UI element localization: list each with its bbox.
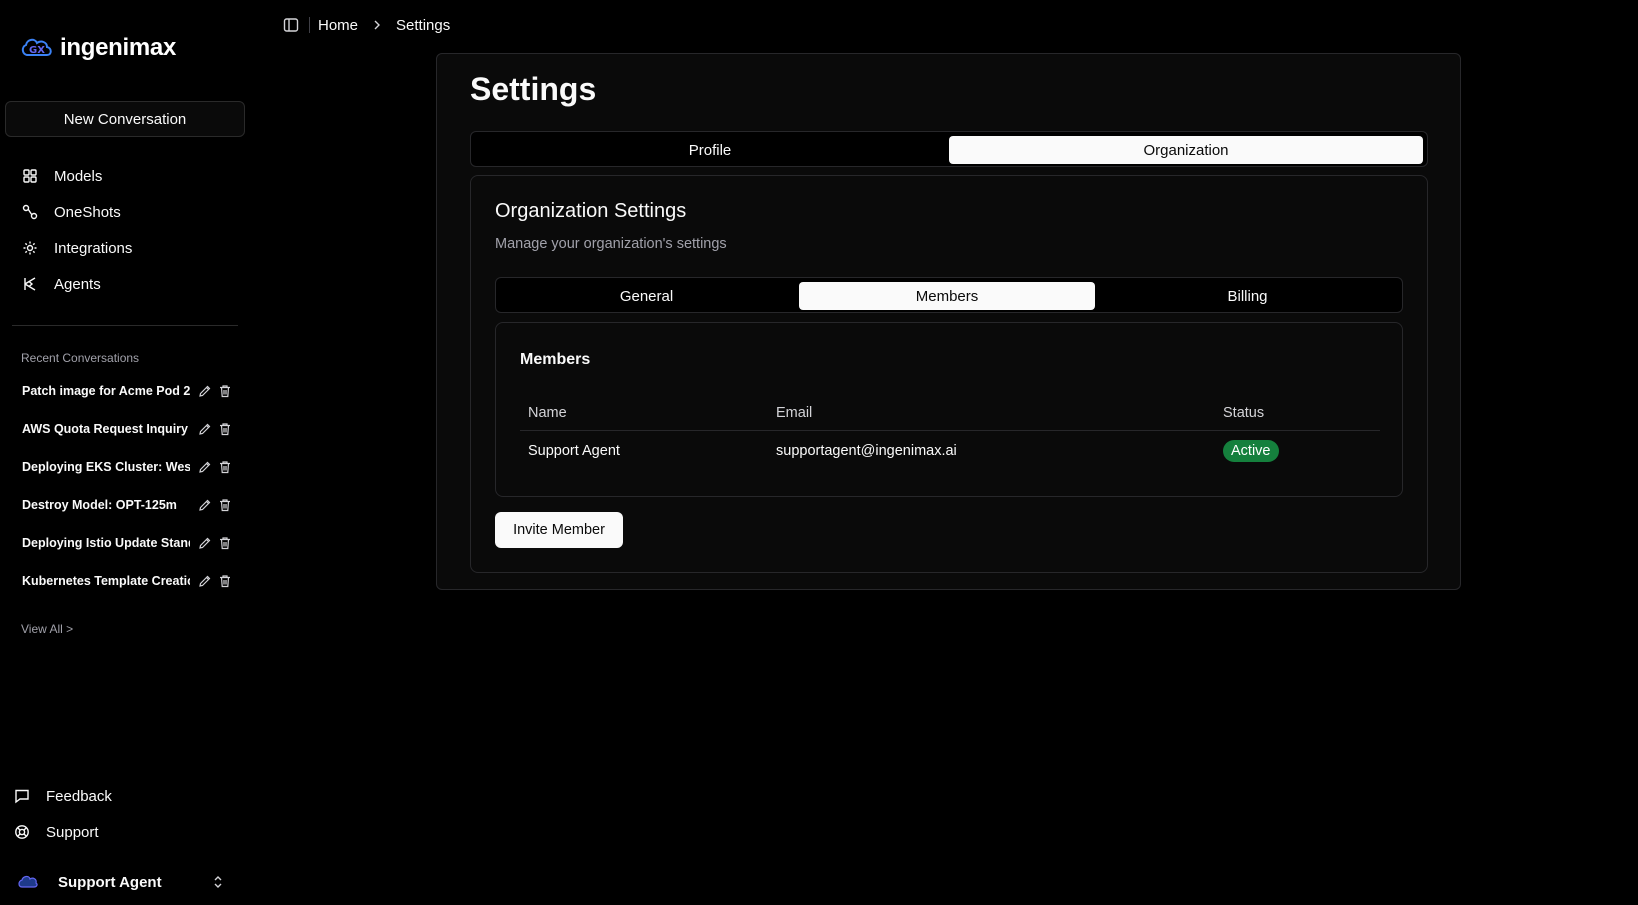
trash-icon[interactable] [218,384,232,398]
avatar [18,875,38,888]
edit-icon[interactable] [198,460,212,474]
tab-members[interactable]: Members [799,282,1095,310]
nav-item-agents[interactable]: Agents [0,266,252,302]
table-row: Support Agent supportagent@ingenimax.ai … [520,431,1380,471]
breadcrumb: Home Settings [283,14,450,36]
status-badge: Active [1223,440,1279,462]
edit-icon[interactable] [198,574,212,588]
edit-icon[interactable] [198,384,212,398]
user-name: Support Agent [58,873,162,891]
page-title: Settings [470,71,597,107]
organization-tabs: General Members Billing [495,277,1403,313]
view-all-link[interactable]: View All > [21,622,73,636]
column-header-name: Name [528,404,567,421]
nav-label: OneShots [54,203,121,221]
member-email: supportagent@ingenimax.ai [776,443,957,459]
conversation-title[interactable]: Deploying EKS Cluster: West [22,460,190,474]
members-title: Members [520,351,591,368]
sidebar-divider [12,325,238,326]
main-nav: Models OneShots Integrations Agents [0,158,252,302]
member-name: Support Agent [528,443,620,459]
trash-icon[interactable] [218,574,232,588]
recent-conversations-list: Patch image for Acme Pod 2 AWS Quota Req… [0,372,252,600]
feedback-icon [15,789,29,804]
chevron-right-icon [374,20,381,30]
settings-panel: Settings Profile Organization Organizati… [436,53,1461,590]
integrations-icon [23,241,37,255]
list-item[interactable]: Kubernetes Template Creation [0,562,252,600]
organization-settings-title: Organization Settings [495,200,687,222]
settings-tabs: Profile Organization [470,131,1428,167]
conversation-title[interactable]: Patch image for Acme Pod 2 [22,384,190,398]
trash-icon[interactable] [218,536,232,550]
trash-icon[interactable] [218,498,232,512]
tab-organization[interactable]: Organization [949,136,1423,164]
support-link[interactable]: Support [0,814,252,850]
conversation-title[interactable]: Kubernetes Template Creation [22,574,190,588]
member-status: Active [1215,440,1380,462]
nav-label: Integrations [54,239,133,257]
recent-conversations-title: Recent Conversations [21,351,140,365]
nav-item-oneshots[interactable]: OneShots [0,194,252,230]
list-item[interactable]: Deploying EKS Cluster: West [0,448,252,486]
edit-icon[interactable] [198,498,212,512]
nav-item-models[interactable]: Models [0,158,252,194]
oneshots-icon [22,204,38,220]
user-menu[interactable]: Support Agent [0,862,252,902]
tab-general[interactable]: General [500,282,793,310]
support-label: Support [46,823,99,841]
breadcrumb-home[interactable]: Home [318,17,358,34]
list-item[interactable]: Deploying Istio Update Standard [0,524,252,562]
sidebar: GX ingenimax New Conversation Models One… [0,0,252,905]
sidebar-toggle-icon[interactable] [283,17,299,33]
members-table: Name Email Status Support Agent supporta… [520,395,1380,471]
bottom-nav: Feedback Support [0,778,252,850]
brand-name: ingenimax [60,34,176,61]
trash-icon[interactable] [218,460,232,474]
list-item[interactable]: Destroy Model: OPT-125m [0,486,252,524]
nav-item-integrations[interactable]: Integrations [0,230,252,266]
logo[interactable]: GX ingenimax [20,34,176,62]
logo-icon: GX [21,38,52,56]
organization-settings-subtitle: Manage your organization's settings [495,236,727,252]
edit-icon[interactable] [198,536,212,550]
table-header: Name Email Status [520,395,1380,431]
feedback-link[interactable]: Feedback [0,778,252,814]
svg-text:GX: GX [29,45,45,56]
conversation-title[interactable]: Deploying Istio Update Standard [22,536,190,550]
breadcrumb-current: Settings [396,16,451,34]
edit-icon[interactable] [198,422,212,436]
members-card: Members Name Email Status Support Agent … [495,322,1403,497]
conversation-title[interactable]: AWS Quota Request Inquiry [22,422,190,436]
tab-profile[interactable]: Profile [475,136,945,164]
breadcrumb-separator [309,17,310,33]
conversation-title[interactable]: Destroy Model: OPT-125m [22,498,190,512]
list-item[interactable]: AWS Quota Request Inquiry [0,410,252,448]
column-header-status: Status [1223,404,1265,421]
support-icon [15,825,29,839]
nav-label: Agents [54,275,101,293]
tab-billing[interactable]: Billing [1099,282,1396,310]
invite-member-button[interactable]: Invite Member [495,512,623,548]
chevron-up-down-icon [214,876,222,888]
trash-icon[interactable] [218,422,232,436]
column-header-email: Email [776,404,813,421]
models-icon [23,169,37,183]
feedback-label: Feedback [46,787,112,805]
new-conversation-button[interactable]: New Conversation [5,101,245,137]
nav-label: Models [54,167,103,185]
organization-settings-card: Organization Settings Manage your organi… [470,175,1428,573]
list-item[interactable]: Patch image for Acme Pod 2 [0,372,252,410]
agents-icon [24,277,36,291]
